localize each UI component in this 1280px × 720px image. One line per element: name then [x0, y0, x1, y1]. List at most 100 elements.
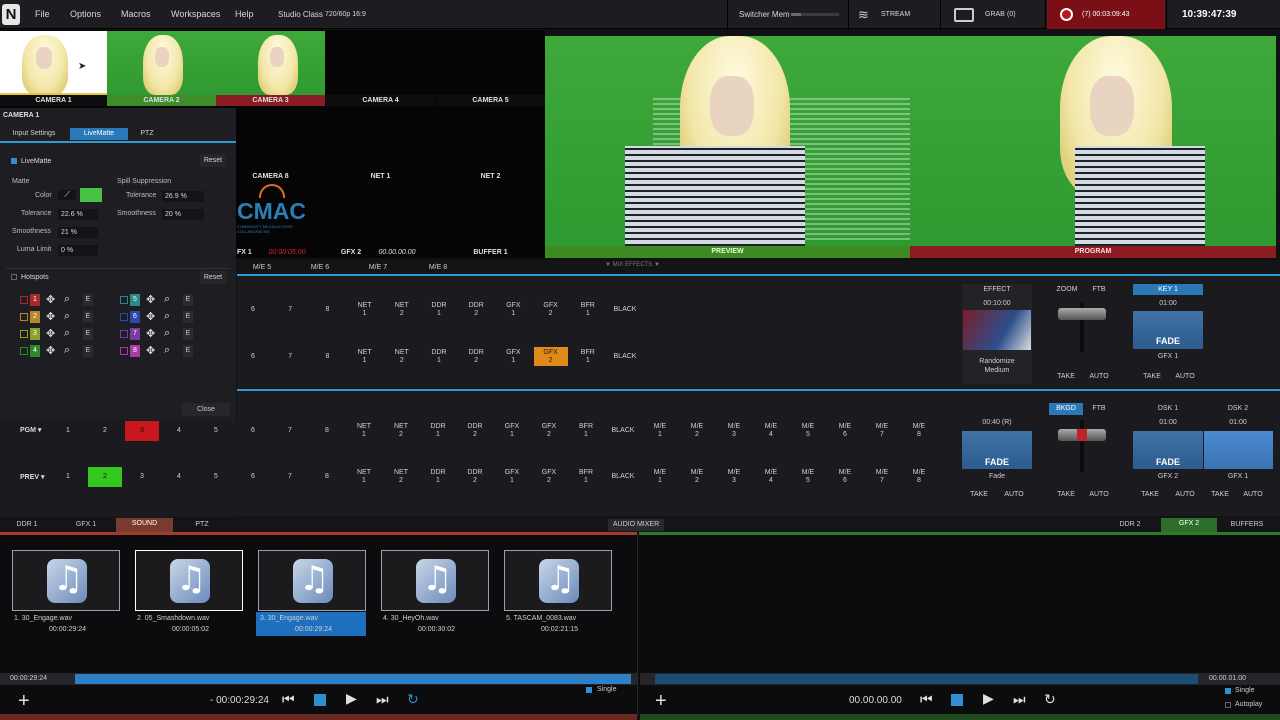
- gfx2-prev-icon[interactable]: ⏮: [920, 691, 933, 708]
- gfx2-loop-icon[interactable]: ↻: [1044, 691, 1056, 708]
- pgm-button-18[interactable]: M/E 2: [680, 421, 714, 441]
- gfx2-add-icon[interactable]: +: [655, 690, 667, 713]
- me-row1-button-10[interactable]: BFR 1: [571, 300, 605, 319]
- pgm-button-16[interactable]: BLACK: [606, 421, 640, 441]
- media-item-4[interactable]: [381, 550, 489, 611]
- hotspot-4-zoom-icon[interactable]: ⌕: [64, 344, 70, 357]
- me-row1-button-2[interactable]: 7: [273, 300, 307, 319]
- camera-2-monitor[interactable]: [107, 31, 216, 95]
- main2-take-button[interactable]: TAKE: [1054, 491, 1078, 498]
- gfx2-stop-icon[interactable]: [951, 694, 963, 706]
- gfx2-next-icon[interactable]: ⏭: [1013, 691, 1026, 708]
- main-trans-time[interactable]: 00:40 (R): [962, 419, 1032, 426]
- me-row2-button-7[interactable]: DDR 2: [459, 347, 493, 366]
- sound-next-icon[interactable]: ⏭: [376, 691, 389, 708]
- dsk1-fade[interactable]: FADE: [1133, 431, 1203, 469]
- gfx2-play-icon[interactable]: ▶: [983, 690, 994, 707]
- eyedropper-icon[interactable]: ⟋: [58, 190, 76, 200]
- pgm-button-14[interactable]: GFX 2: [532, 421, 566, 441]
- dsk2-time[interactable]: 01:00: [1203, 419, 1273, 426]
- matte-color-swatch[interactable]: [80, 188, 102, 202]
- key1-source[interactable]: GFX 1: [1133, 353, 1203, 360]
- hotspots-reset-button[interactable]: Reset: [200, 271, 226, 284]
- pgm-button-13[interactable]: GFX 1: [495, 421, 529, 441]
- main-auto-button[interactable]: AUTO: [1000, 491, 1028, 498]
- tab-ptz-bottom[interactable]: PTZ: [180, 519, 224, 531]
- hotspot-1-zoom-icon[interactable]: ⌕: [64, 293, 70, 306]
- me-row2-button-11[interactable]: BLACK: [608, 347, 642, 366]
- prev-button-18[interactable]: M/E 2: [680, 467, 714, 487]
- me-row1-button-6[interactable]: DDR 1: [422, 300, 456, 319]
- tolerance-field[interactable]: 22.6 %: [58, 209, 98, 220]
- prev-button-8[interactable]: 8: [310, 467, 344, 487]
- hotspots-checkbox[interactable]: [11, 274, 17, 280]
- dsk1-auto-button[interactable]: AUTO: [1172, 491, 1198, 498]
- me-row2-button-6[interactable]: DDR 1: [422, 347, 456, 366]
- main-take-button[interactable]: TAKE: [966, 491, 992, 498]
- pgm-button-11[interactable]: DDR 1: [421, 421, 455, 441]
- menu-workspaces[interactable]: Workspaces: [171, 0, 220, 29]
- pgm-button-3[interactable]: 3: [125, 421, 159, 441]
- pgm-button-7[interactable]: 7: [273, 421, 307, 441]
- gfx2-single-checkbox[interactable]: [1225, 688, 1231, 694]
- me-tbar-handle[interactable]: [1058, 308, 1106, 320]
- prev-button-22[interactable]: M/E 6: [828, 467, 862, 487]
- hotspot-7-move-icon[interactable]: ✥: [146, 327, 155, 340]
- dsk2-take-button[interactable]: TAKE: [1208, 491, 1232, 498]
- effect-time[interactable]: 00:10:00: [962, 300, 1032, 307]
- prev-button-14[interactable]: GFX 2: [532, 467, 566, 487]
- pgm-button-1[interactable]: 1: [51, 421, 85, 441]
- gfx2-scrub-bar[interactable]: [655, 674, 1198, 684]
- hotspot-2-edit[interactable]: E: [83, 311, 93, 323]
- preview-monitor[interactable]: [545, 36, 910, 246]
- media-item-3[interactable]: [258, 550, 366, 611]
- sound-prev-icon[interactable]: ⏮: [282, 691, 295, 708]
- main-fade-sub[interactable]: Fade: [962, 473, 1032, 480]
- smoothness-field[interactable]: 21 %: [58, 227, 98, 238]
- prev-button-23[interactable]: M/E 7: [865, 467, 899, 487]
- me-take-button[interactable]: TAKE: [1054, 373, 1078, 380]
- randomize-label[interactable]: Randomize: [962, 358, 1032, 365]
- prev-button-17[interactable]: M/E 1: [643, 467, 677, 487]
- me-row1-button-1[interactable]: 6: [236, 300, 270, 319]
- me-row1-button-7[interactable]: DDR 2: [459, 300, 493, 319]
- dsk2-auto-button[interactable]: AUTO: [1240, 491, 1266, 498]
- me-auto-button[interactable]: AUTO: [1086, 373, 1112, 380]
- tab-gfx1[interactable]: GFX 1: [64, 519, 108, 531]
- hotspot-8-zoom-icon[interactable]: ⌕: [164, 344, 170, 357]
- spill-smoothness-field[interactable]: 20 %: [162, 209, 204, 220]
- sound-single-checkbox[interactable]: [586, 687, 592, 693]
- menu-file[interactable]: File: [35, 0, 50, 29]
- me-row2-button-9[interactable]: GFX 2: [533, 347, 568, 366]
- pgm-button-19[interactable]: M/E 3: [717, 421, 751, 441]
- audio-mixer-button[interactable]: AUDIO MIXER: [608, 519, 664, 531]
- hotspot-6-color[interactable]: [120, 313, 128, 321]
- hotspot-8-number[interactable]: 8: [130, 345, 140, 357]
- stream-button[interactable]: STREAM: [881, 0, 910, 29]
- pgm-button-22[interactable]: M/E 6: [828, 421, 862, 441]
- prev-button-10[interactable]: NET 2: [384, 467, 418, 487]
- me-row2-button-2[interactable]: 7: [273, 347, 307, 366]
- prev-button-9[interactable]: NET 1: [347, 467, 381, 487]
- sound-loop-icon[interactable]: ↻: [407, 691, 419, 708]
- pgm-button-21[interactable]: M/E 5: [791, 421, 825, 441]
- hotspot-2-zoom-icon[interactable]: ⌕: [64, 310, 70, 323]
- hotspot-8-move-icon[interactable]: ✥: [146, 344, 155, 357]
- tab-me8[interactable]: M/E 8: [426, 262, 450, 274]
- hotspot-5-color[interactable]: [120, 296, 128, 304]
- hotspot-1-color[interactable]: [20, 296, 28, 304]
- luma-limit-field[interactable]: 0 %: [58, 245, 98, 256]
- prev-button-15[interactable]: BFR 1: [569, 467, 603, 487]
- pgm-button-10[interactable]: NET 2: [384, 421, 418, 441]
- livematte-reset-button[interactable]: Reset: [200, 154, 226, 167]
- pgm-label[interactable]: PGM ▾: [20, 426, 41, 434]
- spill-tolerance-field[interactable]: 26.9 %: [162, 191, 204, 202]
- hotspot-7-edit[interactable]: E: [183, 328, 193, 340]
- prev-button-21[interactable]: M/E 5: [791, 467, 825, 487]
- prev-button-20[interactable]: M/E 4: [754, 467, 788, 487]
- hotspot-7-color[interactable]: [120, 330, 128, 338]
- me-row1-button-3[interactable]: 8: [310, 300, 344, 319]
- key1-time[interactable]: 01:00: [1133, 300, 1203, 307]
- pgm-button-17[interactable]: M/E 1: [643, 421, 677, 441]
- main-tbar-handle[interactable]: [1058, 429, 1106, 441]
